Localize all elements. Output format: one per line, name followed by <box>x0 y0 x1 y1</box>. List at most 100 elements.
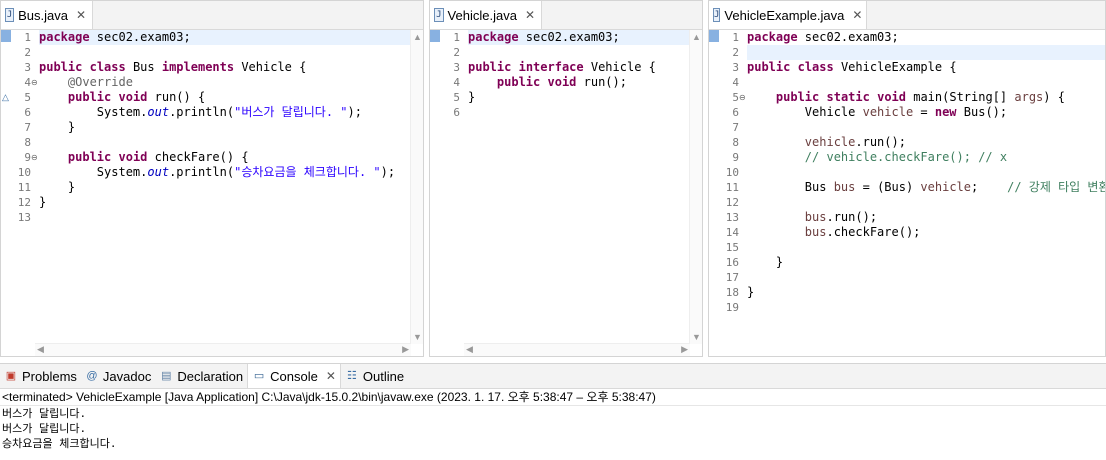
vertical-scrollbar[interactable]: ▲ ▼ <box>410 30 423 344</box>
line-number: 4 <box>732 76 739 89</box>
editor-body[interactable]: 1 2 3 4 ⊖ 5 △ 6 7 8 9 ⊖ 10 11 12 13 package sec02.exam0… <box>1 30 423 356</box>
scroll-down-icon[interactable]: ▼ <box>692 332 701 342</box>
editor-bus-java[interactable]: J Bus.java ✕ 1 2 3 4 ⊖ 5 △ 6 7 8 9 ⊖ 10 11 12 13 packag… <box>0 0 424 357</box>
code-area[interactable]: package sec02.exam03; public interface Ve… <box>468 30 690 344</box>
tab-outline[interactable]: ☷ Outline <box>341 364 408 388</box>
code-line: public interface Vehicle { <box>468 60 656 74</box>
code-line: } <box>468 90 476 104</box>
tab-label: Bus.java <box>18 7 68 23</box>
line-number: 1 <box>24 31 31 44</box>
code-area[interactable]: package sec02.exam03; public class Bus im… <box>39 30 411 344</box>
horizontal-scrollbar[interactable]: ◀ ▶ <box>464 343 690 356</box>
tab-declaration[interactable]: ▤ Declaration <box>155 364 247 388</box>
tab-javadoc[interactable]: @ Javadoc <box>81 364 155 388</box>
current-line-marker <box>709 30 719 42</box>
scroll-up-icon[interactable]: ▲ <box>413 32 422 42</box>
line-number: 7 <box>24 121 31 134</box>
line-number: 5 <box>732 91 739 104</box>
console-output[interactable]: 버스가 달립니다. 버스가 달립니다. 승차요금을 체크합니다. <box>0 406 1106 451</box>
code-line: public void run(); <box>496 75 627 89</box>
outline-icon: ☷ <box>346 370 357 382</box>
line-number: 18 <box>725 286 739 299</box>
scroll-left-icon[interactable]: ◀ <box>37 344 44 355</box>
tab-vehicle-java[interactable]: J Vehicle.java ✕ <box>430 1 542 29</box>
view-tabbar: ▣ Problems @ Javadoc ▤ Declaration ▭ Con… <box>0 364 1106 389</box>
close-icon[interactable]: ✕ <box>76 8 86 22</box>
editor-tabbar: J Bus.java ✕ <box>1 1 423 30</box>
editor-vehicleexample-java[interactable]: J VehicleExample.java ✕ 1 2 3 4 5 ⊖ 6 7 8 9 10 11 12… <box>708 0 1106 357</box>
code-line: public class VehicleExample { <box>747 60 957 74</box>
scroll-left-icon[interactable]: ◀ <box>466 344 473 355</box>
horizontal-scrollbar[interactable]: ◀ ▶ <box>35 343 411 356</box>
code-line: // vehicle.checkFare(); // x <box>804 150 1008 164</box>
code-line: System.out.println("승차요금을 체크합니다. "); <box>39 165 396 179</box>
line-number: 3 <box>453 61 460 74</box>
line-number-gutter: 1 2 3 4 5 6 <box>440 30 464 356</box>
scroll-right-icon[interactable]: ▶ <box>402 344 409 355</box>
line-number-gutter: 1 2 3 4 5 ⊖ 6 7 8 9 10 11 12 13 14 15 16 17 18 19 <box>719 30 746 356</box>
code-line: @Override <box>67 75 133 89</box>
code-line: public void run() { <box>67 90 206 104</box>
line-number-gutter: 1 2 3 4 ⊖ 5 △ 6 7 8 9 ⊖ 10 11 12 13 <box>2 30 38 356</box>
console-icon: ▭ <box>253 370 265 382</box>
tab-console[interactable]: ▭ Console ✕ <box>247 364 341 388</box>
overview-ruler <box>1 30 11 356</box>
line-number: 3 <box>732 61 739 74</box>
line-number: 14 <box>725 226 739 239</box>
code-line: bus.checkFare(); <box>804 225 921 239</box>
tab-bus-java[interactable]: J Bus.java ✕ <box>1 1 93 29</box>
line-number: 17 <box>725 271 739 284</box>
line-number: 6 <box>453 106 460 119</box>
tab-label: Declaration <box>177 368 244 384</box>
line-number: 8 <box>732 136 739 149</box>
close-icon[interactable]: ✕ <box>326 369 336 383</box>
java-file-icon: J <box>434 8 444 22</box>
code-line: Vehicle vehicle = new Bus(); <box>747 105 1008 119</box>
problems-icon: ▣ <box>5 370 17 382</box>
line-number: 6 <box>24 106 31 119</box>
close-icon[interactable]: ✕ <box>525 8 535 22</box>
code-line: } <box>39 180 76 194</box>
line-number: 9 <box>24 151 31 164</box>
console-status: <terminated> VehicleExample [Java Applic… <box>0 389 1106 406</box>
current-line-marker <box>430 30 440 42</box>
code-line: public static void main(String[] args) { <box>775 90 1065 104</box>
code-line: package sec02.exam03; <box>468 30 620 44</box>
line-number: 4 <box>453 76 460 89</box>
vertical-scrollbar[interactable]: ▲ ▼ <box>689 30 702 344</box>
scroll-down-icon[interactable]: ▼ <box>413 332 422 342</box>
line-number: 6 <box>732 106 739 119</box>
tab-label: Problems <box>22 368 77 384</box>
line-number: 16 <box>725 256 739 269</box>
code-line: vehicle.run(); <box>804 135 906 149</box>
bottom-panel: ▣ Problems @ Javadoc ▤ Declaration ▭ Con… <box>0 363 1106 460</box>
line-number: 10 <box>725 166 739 179</box>
editor-vehicle-java[interactable]: J Vehicle.java ✕ 1 2 3 4 5 6 package sec02.ex… <box>429 0 703 357</box>
editor-body[interactable]: 1 2 3 4 5 ⊖ 6 7 8 9 10 11 12 13 14 15 16 17 18 19 package s… <box>709 30 1105 356</box>
line-number: 1 <box>732 31 739 44</box>
line-number: 9 <box>732 151 739 164</box>
line-number: 2 <box>732 46 739 59</box>
at-icon: @ <box>86 370 98 382</box>
tab-label: Javadoc <box>102 368 152 384</box>
tab-vehicleexample-java[interactable]: J VehicleExample.java ✕ <box>709 1 867 29</box>
code-line: Bus bus = (Bus) vehicle; // 강제 타입 변환 <box>747 180 1106 194</box>
scroll-up-icon[interactable]: ▲ <box>692 32 701 42</box>
code-area[interactable]: package sec02.exam03; public class Vehicl… <box>747 30 1105 344</box>
scroll-right-icon[interactable]: ▶ <box>681 344 688 355</box>
tab-problems[interactable]: ▣ Problems <box>0 364 81 388</box>
current-line-marker <box>1 30 11 42</box>
code-line: bus.run(); <box>804 210 878 224</box>
tab-label: Vehicle.java <box>447 7 517 23</box>
code-line: } <box>747 285 755 299</box>
editor-tabbar: J Vehicle.java ✕ <box>430 1 702 30</box>
code-line: package sec02.exam03; <box>747 30 899 44</box>
line-number: 1 <box>453 31 460 44</box>
close-icon[interactable]: ✕ <box>852 8 862 22</box>
editor-body[interactable]: 1 2 3 4 5 6 package sec02.exam03; public inter… <box>430 30 702 356</box>
line-number: 10 <box>17 166 31 179</box>
line-number: 8 <box>24 136 31 149</box>
code-line: System.out.println("버스가 달립니다. "); <box>39 105 362 119</box>
line-number: 11 <box>725 181 739 194</box>
code-line: public void checkFare() { <box>67 150 249 164</box>
